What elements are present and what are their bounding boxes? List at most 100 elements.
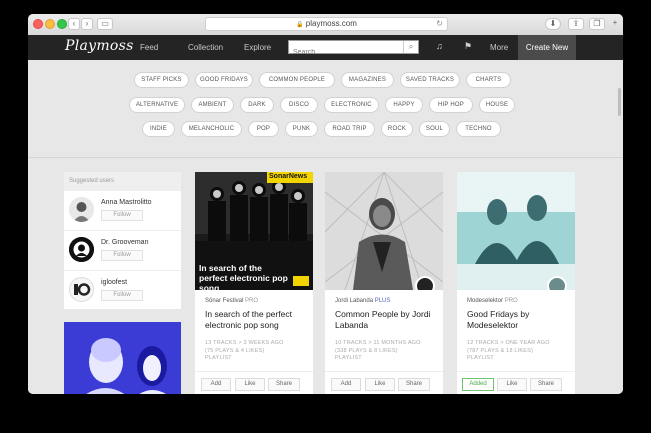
nav-collection[interactable]: Collection	[188, 43, 223, 52]
share-button[interactable]: Share	[268, 378, 300, 391]
promo-image[interactable]	[64, 322, 181, 394]
playlist-card[interactable]: Jordi Labanda PLUS Common People by Jord…	[325, 172, 443, 394]
tabs-button[interactable]: ❐	[589, 18, 605, 30]
tag-chip[interactable]: HAPPY	[385, 97, 423, 113]
nav-more[interactable]: More	[490, 43, 508, 52]
like-button[interactable]: Like	[497, 378, 527, 391]
tag-chip[interactable]: COMMON PEOPLE	[259, 72, 335, 88]
tag-chip[interactable]: DARK	[240, 97, 274, 113]
cover-badge: SonarNews	[269, 173, 308, 180]
browser-toolbar: ‹ › ▭ 🔒 playmoss.com ↻ ⬇ ⇪ ❐ +	[28, 14, 623, 36]
page-scrollbar[interactable]	[618, 88, 621, 116]
share-button[interactable]: Share	[530, 378, 562, 391]
avatar[interactable]	[69, 277, 94, 302]
suggested-user-name[interactable]: Dr. Grooveman	[101, 239, 148, 246]
suggested-user-name[interactable]: igloofest	[101, 279, 127, 286]
lock-icon: 🔒	[296, 22, 304, 28]
search-icon[interactable]: ⌕	[403, 41, 418, 53]
play-count: (787 PLAYS & 18 LIKES)	[467, 347, 534, 354]
track-count: 13 TRACKS > 3 WEEKS AGO	[205, 340, 284, 346]
tag-chip[interactable]: INDIE	[142, 121, 175, 137]
close-window-button[interactable]	[33, 19, 43, 29]
tag-chip[interactable]: PUNK	[285, 121, 318, 137]
user-profile-icon[interactable]: ♫	[436, 41, 443, 51]
tag-chip[interactable]: STAFF PICKS	[134, 72, 189, 88]
cover-title: In search of the perfect electronic pop …	[199, 263, 288, 290]
author-avatar[interactable]	[415, 276, 435, 290]
share-icon: ⇪	[572, 19, 580, 28]
follow-button[interactable]: Follow	[101, 290, 143, 301]
reload-icon[interactable]: ↻	[436, 18, 443, 30]
download-icon: ⬇	[549, 19, 557, 28]
tag-chip[interactable]: AMBIENT	[191, 97, 234, 113]
tag-chip[interactable]: POP	[248, 121, 279, 137]
author-name[interactable]: Sónar Festival	[205, 298, 243, 304]
playlist-card[interactable]: SonarNews In search of the perfect elect…	[195, 172, 313, 394]
flag-icon[interactable]: ⚑	[464, 41, 472, 52]
playlist-cover[interactable]	[457, 172, 575, 290]
avatar[interactable]	[69, 237, 94, 262]
tag-chip[interactable]: MELANCHOLIC	[181, 121, 242, 137]
share-page-button[interactable]: ⇪	[568, 18, 584, 30]
card-actions: Add Like Share	[325, 371, 443, 394]
tag-chip[interactable]: ELECTRONIC	[324, 97, 379, 113]
new-tab-button[interactable]: +	[610, 18, 620, 30]
nav-feed[interactable]: Feed	[140, 43, 158, 52]
suggested-user-row: Anna Mastrolitto Follow	[64, 190, 181, 230]
zoom-window-button[interactable]	[57, 19, 67, 29]
tag-chip[interactable]: HIP HOP	[429, 97, 473, 113]
item-kind: PLAYLIST	[205, 355, 232, 361]
author-name[interactable]: Jordi Labanda	[335, 298, 373, 304]
track-count: 12 TRACKS > ONE YEAR AGO	[467, 340, 550, 346]
tag-chip[interactable]: ROCK	[381, 121, 413, 137]
item-kind: PLAYLIST	[467, 355, 494, 361]
playlist-stats: 10 TRACKS > 11 MONTHS AGO (338 PLAYS & 8…	[335, 340, 439, 363]
playlist-card[interactable]: Modeselektor PRO Good Fridays by Modesel…	[457, 172, 575, 394]
tag-chip[interactable]: MAGAZINES	[341, 72, 394, 88]
tag-chip[interactable]: ROAD TRIP	[324, 121, 375, 137]
tabs-icon: ❐	[593, 19, 601, 28]
tag-chip[interactable]: SOUL	[419, 121, 450, 137]
suggested-user-row: Dr. Grooveman Follow	[64, 230, 181, 270]
create-new-button[interactable]: Create New	[518, 35, 576, 60]
author-avatar[interactable]	[547, 276, 567, 290]
playlist-title[interactable]: Common People by Jordi Labanda	[335, 309, 437, 331]
tag-chip[interactable]: DISCO	[280, 97, 318, 113]
follow-button[interactable]: Follow	[101, 250, 143, 261]
add-button[interactable]: Add	[331, 378, 361, 391]
minimize-window-button[interactable]	[45, 19, 55, 29]
playlist-stats: 13 TRACKS > 3 WEEKS AGO (75 PLAYS & 4 LI…	[205, 340, 309, 363]
author-name[interactable]: Modeselektor	[467, 298, 503, 304]
tag-chip[interactable]: ALTERNATIVE	[129, 97, 185, 113]
tag-chip[interactable]: HOUSE	[479, 97, 515, 113]
add-button[interactable]: Add	[201, 378, 231, 391]
share-button[interactable]: Share	[398, 378, 430, 391]
playlist-title[interactable]: In search of the perfect electronic pop …	[205, 309, 307, 331]
item-kind: PLAYLIST	[335, 355, 362, 361]
downloads-button[interactable]: ⬇	[545, 18, 561, 30]
address-bar[interactable]: 🔒 playmoss.com ↻	[205, 17, 448, 31]
added-button[interactable]: Added	[462, 378, 494, 391]
avatar[interactable]	[69, 197, 94, 222]
follow-button[interactable]: Follow	[101, 210, 143, 221]
forward-button[interactable]: ›	[81, 18, 93, 30]
forward-icon: ›	[85, 19, 89, 28]
playlist-stats: 12 TRACKS > ONE YEAR AGO (787 PLAYS & 18…	[467, 340, 571, 363]
tag-chip[interactable]: SAVED TRACKS	[400, 72, 460, 88]
like-button[interactable]: Like	[235, 378, 265, 391]
playmoss-logo[interactable]: Playmoss	[65, 38, 134, 54]
card-author: Modeselektor PRO	[467, 298, 518, 304]
search-input[interactable]	[289, 46, 403, 59]
nav-explore[interactable]: Explore	[244, 43, 271, 52]
tag-chip[interactable]: TECHNO	[456, 121, 501, 137]
back-button[interactable]: ‹	[68, 18, 80, 30]
playlist-cover[interactable]: SonarNews In search of the perfect elect…	[195, 172, 313, 290]
playlist-title[interactable]: Good Fridays by Modeselektor	[467, 309, 569, 331]
tag-chip[interactable]: CHARTS	[466, 72, 511, 88]
search-box: ⌕	[288, 40, 419, 59]
sidebar-toggle-button[interactable]: ▭	[97, 18, 113, 30]
tag-chip[interactable]: GOOD FRIDAYS	[195, 72, 253, 88]
like-button[interactable]: Like	[365, 378, 395, 391]
playlist-cover[interactable]	[325, 172, 443, 290]
suggested-user-name[interactable]: Anna Mastrolitto	[101, 199, 152, 206]
